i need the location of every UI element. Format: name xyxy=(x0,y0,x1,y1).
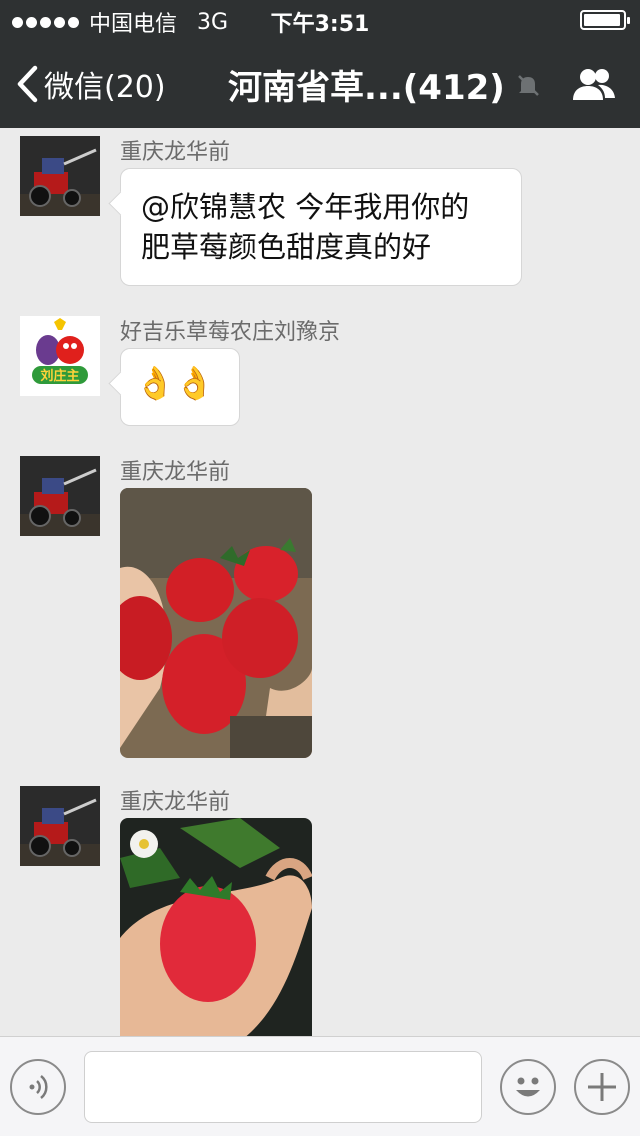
strawberry-in-hand-photo xyxy=(120,818,312,1036)
avatar[interactable] xyxy=(20,456,100,536)
sender-name: 重庆龙华前 xyxy=(120,460,231,485)
back-button[interactable]: 微信(20) xyxy=(16,62,166,106)
sender-name: 重庆龙华前 xyxy=(120,790,231,815)
avatar[interactable] xyxy=(20,786,100,866)
chat-title-text: 河南省草...(412) xyxy=(228,68,505,108)
group-icon xyxy=(573,69,615,100)
smiley-icon xyxy=(516,1077,540,1097)
status-time: 下午3:51 xyxy=(270,12,370,37)
battery-icon xyxy=(580,10,630,30)
plus-icon xyxy=(588,1073,616,1101)
avatar[interactable]: 刘庄主 xyxy=(20,316,100,396)
message-text-line: @欣锦慧农 今年我用你的 xyxy=(141,190,470,224)
voice-button[interactable] xyxy=(10,1059,66,1115)
tractor-avatar-image xyxy=(20,786,100,866)
tractor-avatar-image xyxy=(20,456,100,536)
group-members-button[interactable] xyxy=(570,66,618,106)
nav-bar: 微信(20) 河南省草...(412) xyxy=(0,40,640,128)
chat-title: 河南省草...(412) xyxy=(228,60,541,109)
message-bubble[interactable]: 👌👌 xyxy=(120,348,240,426)
input-toolbar xyxy=(0,1036,640,1136)
strawberries-photo xyxy=(120,488,312,758)
emoji-button[interactable] xyxy=(500,1059,556,1115)
more-button[interactable] xyxy=(574,1059,630,1115)
status-bar: 中国电信 3G 下午3:51 xyxy=(0,0,640,40)
avatar[interactable] xyxy=(20,136,100,216)
image-message[interactable] xyxy=(120,818,312,1036)
avatar-logo-text: 刘庄主 xyxy=(40,368,79,384)
sender-name: 重庆龙华前 xyxy=(120,140,231,165)
message-bubble[interactable]: @欣锦慧农 今年我用你的 肥草莓颜色甜度真的好 xyxy=(120,168,522,286)
tractor-avatar-image xyxy=(20,136,100,216)
strawberry-farm-logo: 刘庄主 xyxy=(20,316,100,396)
message-text-line: 肥草莓颜色甜度真的好 xyxy=(141,230,432,264)
top-bar: 中国电信 3G 下午3:51 微信(20) 河南省草...(412) xyxy=(0,0,640,128)
image-message[interactable] xyxy=(120,488,312,758)
voice-icon xyxy=(29,1075,48,1099)
sender-name: 好吉乐草莓农庄刘豫京 xyxy=(120,320,341,345)
chevron-left-icon xyxy=(17,65,38,103)
message-input[interactable] xyxy=(84,1051,482,1123)
back-label: 微信(20) xyxy=(44,70,166,105)
bell-muted-icon xyxy=(517,74,539,96)
ok-hand-emoji: 👌👌 xyxy=(135,364,215,402)
chat-area[interactable]: 重庆龙华前 @欣锦慧农 今年我用你的 肥草莓颜色甜度真的好 刘庄主 好吉乐草莓农… xyxy=(0,128,640,1036)
